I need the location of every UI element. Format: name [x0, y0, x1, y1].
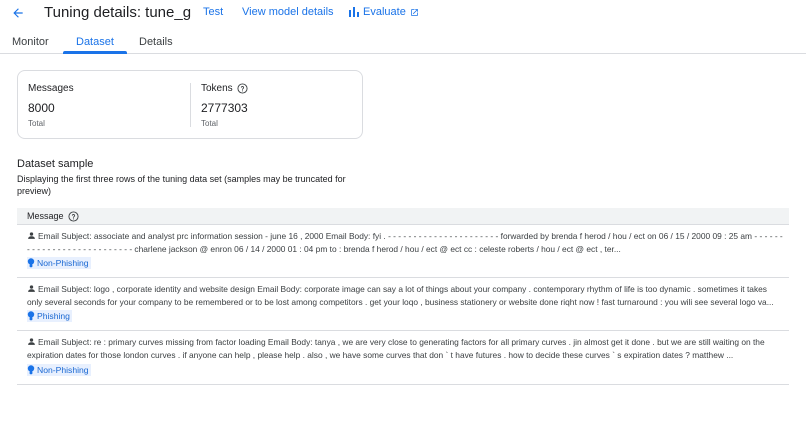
label-text: Non-Phishing	[37, 364, 89, 375]
messages-sub: Total	[28, 119, 45, 128]
view-model-details-link[interactable]: View model details	[242, 6, 334, 18]
test-link[interactable]: Test	[203, 6, 223, 18]
open-in-new-icon	[410, 8, 418, 16]
message-text: Email Subject: associate and analyst prc…	[27, 230, 783, 255]
dataset-sample-title: Dataset sample	[17, 158, 94, 170]
person-icon	[28, 285, 35, 293]
message-column-header: Message	[27, 211, 64, 221]
page-title: Tuning details: tune_g	[44, 4, 192, 21]
message-body: Email Subject: logo , corporate identity…	[27, 284, 774, 307]
dataset-sample-table: Message Email Subject: associate and ana…	[17, 208, 789, 385]
evaluate-label: Evaluate	[363, 6, 406, 18]
label-chip: Phishing	[27, 310, 72, 323]
stat-divider	[190, 83, 191, 127]
page-header: Tuning details: tune_g Test View model d…	[0, 0, 806, 26]
tokens-label-wrap: Tokens	[201, 83, 248, 94]
table-header: Message	[17, 208, 789, 225]
back-button[interactable]	[8, 3, 28, 23]
label-text: Non-Phishing	[37, 258, 89, 269]
dataset-stats-card: Messages 8000 Total Tokens 2777303 Total	[17, 70, 363, 139]
lightbulb-icon	[27, 364, 35, 374]
evaluate-link[interactable]: Evaluate	[349, 6, 419, 18]
table-row: Email Subject: associate and analyst prc…	[17, 225, 789, 279]
tab-details[interactable]: Details	[139, 36, 173, 48]
tab-monitor[interactable]: Monitor	[12, 36, 49, 48]
message-body: Email Subject: associate and analyst prc…	[27, 231, 783, 254]
tokens-label: Tokens	[201, 83, 233, 94]
message-text: Email Subject: re : primary curves missi…	[27, 336, 783, 361]
messages-value: 8000	[28, 101, 55, 115]
table-row: Email Subject: logo , corporate identity…	[17, 278, 789, 332]
bar-chart-icon	[349, 7, 359, 17]
tokens-sub: Total	[201, 119, 218, 128]
active-tab-indicator	[63, 51, 127, 54]
help-icon[interactable]	[237, 83, 248, 94]
person-icon	[28, 232, 35, 239]
arrow-back-icon	[13, 8, 23, 18]
help-icon[interactable]	[67, 210, 79, 222]
tab-dataset[interactable]: Dataset	[76, 36, 114, 48]
tokens-value: 2777303	[201, 101, 248, 115]
table-row: Email Subject: re : primary curves missi…	[17, 331, 789, 385]
lightbulb-icon	[27, 258, 35, 268]
label-text: Phishing	[37, 311, 70, 322]
label-chip: Non-Phishing	[27, 257, 91, 270]
person-icon	[28, 338, 35, 346]
message-body: Email Subject: re : primary curves missi…	[27, 337, 765, 360]
lightbulb-icon	[27, 311, 35, 321]
label-chip: Non-Phishing	[27, 363, 91, 376]
tab-bar: Monitor Dataset Details	[0, 27, 806, 54]
dataset-sample-description: Displaying the first three rows of the t…	[17, 174, 346, 196]
message-text: Email Subject: logo , corporate identity…	[27, 283, 783, 308]
messages-label: Messages	[28, 83, 74, 94]
